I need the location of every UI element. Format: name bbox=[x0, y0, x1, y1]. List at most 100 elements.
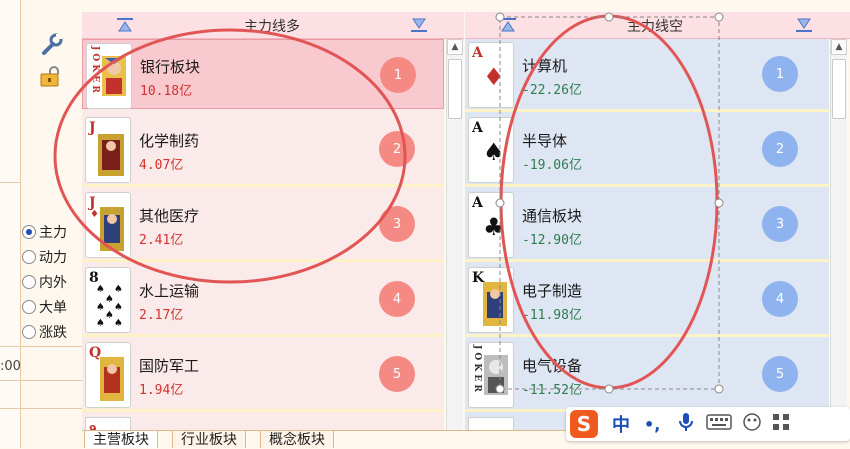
short-row-1[interactable]: A ♦ 计算机 -22.26亿 1 bbox=[465, 39, 829, 112]
collapse-up-icon[interactable] bbox=[116, 17, 134, 33]
sogou-logo-icon[interactable]: S bbox=[570, 410, 598, 438]
divider bbox=[0, 380, 82, 381]
tab-main-business[interactable]: 主营板块 bbox=[84, 430, 158, 448]
sector-name: 计算机 bbox=[522, 57, 568, 75]
card-queen-diamonds: Q bbox=[85, 342, 131, 408]
sector-value: 4.07亿 bbox=[139, 158, 184, 173]
sector-name: 国防军工 bbox=[139, 357, 200, 375]
rank-badge: 4 bbox=[762, 281, 798, 317]
sector-name: 电子制造 bbox=[522, 282, 583, 300]
divider bbox=[0, 182, 20, 183]
short-row-5[interactable]: J O K E R 电气设备 -11.52亿 5 bbox=[465, 339, 829, 412]
radio-label: 大单 bbox=[39, 300, 67, 316]
rank-badge: 2 bbox=[379, 131, 415, 167]
short-panel-header: 主力线空 bbox=[465, 12, 850, 39]
sector-value: -19.06亿 bbox=[522, 158, 582, 173]
scroll-up-button[interactable]: ▲ bbox=[831, 39, 847, 55]
short-row-3[interactable]: A ♣ 通信板块 -12.90亿 3 bbox=[465, 189, 829, 262]
rank-badge: 5 bbox=[379, 356, 415, 392]
sector-name: 电气设备 bbox=[522, 357, 583, 375]
scroll-thumb[interactable] bbox=[448, 59, 462, 119]
sector-name: 半导体 bbox=[522, 132, 568, 150]
tab-concept[interactable]: 概念板块 bbox=[260, 430, 334, 448]
svg-text:♠: ♠ bbox=[96, 318, 105, 328]
card-jack-hearts: J bbox=[85, 117, 131, 183]
sector-name: 通信板块 bbox=[522, 207, 583, 225]
ime-toolbar: S 中 •, bbox=[566, 407, 850, 441]
scroll-up-button[interactable]: ▲ bbox=[447, 39, 463, 55]
skin-icon[interactable] bbox=[742, 412, 762, 436]
rank-badge: 5 bbox=[762, 356, 798, 392]
long-panel-title: 主力线多 bbox=[244, 19, 300, 35]
short-scrollbar[interactable]: ▲ bbox=[830, 39, 847, 430]
long-scrollbar[interactable]: ▲ bbox=[446, 39, 463, 430]
sector-name: 银行板块 bbox=[140, 58, 201, 76]
radio-button[interactable] bbox=[22, 325, 36, 339]
collapse-down-icon[interactable] bbox=[410, 17, 428, 33]
time-fragment: :00 bbox=[0, 359, 21, 374]
svg-text:♠: ♠ bbox=[114, 302, 123, 313]
svg-text:♠: ♠ bbox=[105, 294, 114, 305]
divider bbox=[0, 408, 82, 409]
card-joker: J O K E R bbox=[86, 43, 132, 109]
svg-text:♠: ♠ bbox=[96, 302, 105, 313]
card-ace-clubs: A ♣ bbox=[468, 192, 514, 258]
radio-option[interactable]: 内外 bbox=[22, 271, 67, 293]
spade-icon: ♠ bbox=[483, 138, 505, 166]
sector-value: -11.98亿 bbox=[522, 308, 582, 323]
collapse-up-icon[interactable] bbox=[499, 17, 517, 33]
menu-grid-icon[interactable] bbox=[772, 413, 790, 435]
radio-button[interactable] bbox=[22, 300, 36, 314]
sector-name: 其他医疗 bbox=[139, 207, 200, 225]
long-row-3[interactable]: J ♦ 其他医疗 2.41亿 3 bbox=[82, 189, 444, 262]
long-row-4[interactable]: 8 ♠ ♠ ♠ ♠ ♠ ♠ ♠ ♠ 水上运输 2.17亿 4 bbox=[82, 264, 444, 337]
radio-option[interactable]: 涨跌 bbox=[22, 321, 67, 343]
svg-text:♠: ♠ bbox=[114, 318, 123, 328]
short-list: A ♦ 计算机 -22.26亿 1 A ♠ 半导体 -19.06亿 2 A ♣ … bbox=[465, 39, 829, 431]
diamond-icon: ♦ bbox=[483, 63, 505, 91]
radio-label: 内外 bbox=[39, 275, 67, 291]
scroll-thumb[interactable] bbox=[832, 59, 846, 119]
short-row-4[interactable]: K 电子制造 -11.98亿 4 bbox=[465, 264, 829, 337]
ime-language-toggle[interactable]: 中 bbox=[612, 411, 630, 437]
svg-text:♠: ♠ bbox=[105, 310, 114, 321]
radio-option[interactable]: 大单 bbox=[22, 296, 67, 318]
rank-badge: 3 bbox=[762, 206, 798, 242]
wrench-icon[interactable] bbox=[38, 32, 64, 58]
radio-label: 动力 bbox=[39, 250, 67, 266]
long-row-2[interactable]: J 化学制药 4.07亿 2 bbox=[82, 114, 444, 187]
radio-option[interactable]: 动力 bbox=[22, 246, 67, 268]
keyboard-icon[interactable] bbox=[706, 414, 733, 434]
rank-badge: 2 bbox=[762, 131, 798, 167]
long-row-5[interactable]: Q 国防军工 1.94亿 5 bbox=[82, 339, 444, 412]
short-panel-title: 主力线空 bbox=[627, 19, 683, 35]
card-joker: J O K E R bbox=[468, 342, 514, 408]
sector-value: 1.94亿 bbox=[139, 383, 184, 398]
ime-punctuation-toggle[interactable]: •, bbox=[644, 415, 660, 434]
radio-option[interactable]: 主力 bbox=[22, 221, 67, 243]
microphone-icon[interactable] bbox=[678, 412, 694, 436]
radio-button[interactable] bbox=[22, 275, 36, 289]
sector-value: -12.90亿 bbox=[522, 233, 582, 248]
sector-value: 2.41亿 bbox=[139, 233, 184, 248]
sector-value: -22.26亿 bbox=[522, 83, 582, 98]
svg-text:♠: ♠ bbox=[114, 284, 123, 295]
rank-badge: 1 bbox=[380, 57, 416, 93]
radio-button[interactable] bbox=[22, 225, 36, 239]
lock-folder-icon[interactable] bbox=[38, 65, 64, 91]
card-jack-diamonds: J ♦ bbox=[85, 192, 131, 258]
card-partial bbox=[468, 417, 514, 431]
short-row-2[interactable]: A ♠ 半导体 -19.06亿 2 bbox=[465, 114, 829, 187]
radio-label: 主力 bbox=[39, 225, 67, 241]
collapse-down-icon[interactable] bbox=[795, 17, 813, 33]
radio-button[interactable] bbox=[22, 250, 36, 264]
long-panel-header: 主力线多 bbox=[82, 12, 464, 39]
long-row-1[interactable]: J O K E R 银行板块 10.18亿 1 bbox=[82, 39, 444, 109]
sector-name: 水上运输 bbox=[139, 282, 200, 300]
sector-name: 化学制药 bbox=[139, 132, 200, 150]
rank-badge: 1 bbox=[762, 56, 798, 92]
card-ace-spades: A ♠ bbox=[468, 117, 514, 183]
card-partial: 9 bbox=[85, 417, 131, 436]
tab-industry[interactable]: 行业板块 bbox=[172, 430, 246, 448]
rank-badge: 4 bbox=[379, 281, 415, 317]
